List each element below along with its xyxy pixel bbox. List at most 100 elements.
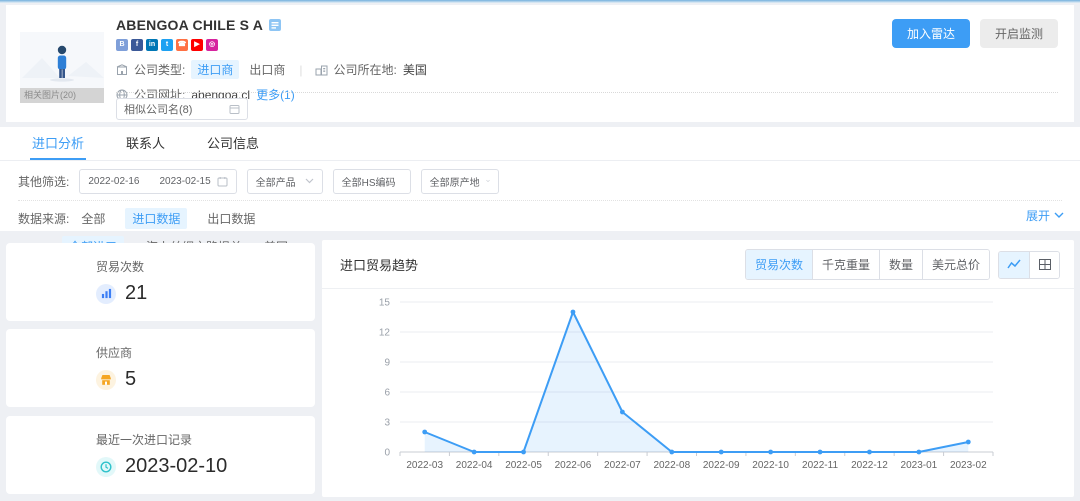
x-tick-label: 2022-04 — [456, 460, 493, 471]
date-range-picker[interactable]: 2022-02-16 2023-02-15 — [79, 169, 236, 194]
youtube-icon[interactable]: ▶ — [191, 39, 203, 51]
tab-contacts[interactable]: 联系人 — [124, 127, 167, 160]
x-tick-label: 2023-02 — [950, 460, 987, 471]
linkedin-icon[interactable]: in — [146, 39, 158, 51]
trend-chart: 036912152022-032022-042022-052022-062022… — [322, 286, 1074, 491]
chart-point[interactable] — [571, 310, 576, 315]
line-chart-icon — [1007, 259, 1021, 270]
x-tick-label: 2022-09 — [703, 460, 740, 471]
company-name: ABENGOA CHILE S A — [116, 17, 263, 33]
x-tick-label: 2022-08 — [653, 460, 690, 471]
metric-tabs: 贸易次数千克重量数量美元总价 — [745, 249, 990, 280]
data-source-all[interactable]: 全部 — [81, 210, 105, 227]
series-area — [425, 312, 969, 452]
chevron-down-icon — [486, 178, 490, 184]
y-tick-label: 15 — [379, 298, 391, 309]
chart-point[interactable] — [620, 410, 625, 415]
chart-point[interactable] — [669, 450, 674, 455]
chart-point[interactable] — [916, 450, 921, 455]
clock-icon — [96, 457, 116, 477]
x-tick-label: 2022-07 — [604, 460, 641, 471]
trend-chart-card: 进口贸易趋势 贸易次数千克重量数量美元总价 03691215 — [322, 240, 1074, 497]
company-main-info: ABENGOA CHILE S A Bfint☎▶◎ 公司类型: 进口商出口商 … — [116, 17, 427, 103]
blog-icon[interactable]: B — [116, 39, 128, 51]
date-start: 2022-02-16 — [88, 176, 139, 187]
stat-label-trade-count: 贸易次数 — [96, 258, 315, 275]
origin-filter-select[interactable]: 全部原产地 — [421, 169, 499, 194]
company-type-exporter[interactable]: 出口商 — [247, 60, 287, 79]
y-tick-label: 6 — [384, 388, 390, 399]
chevron-down-icon — [1054, 212, 1064, 219]
main-tabs: 进口分析 联系人 公司信息 — [0, 127, 1080, 161]
line-chart-toggle-button[interactable] — [999, 252, 1029, 278]
instagram-icon[interactable]: ◎ — [206, 39, 218, 51]
start-monitor-button[interactable]: 开启监测 — [980, 19, 1058, 48]
chart-point[interactable] — [818, 450, 823, 455]
facebook-icon[interactable]: f — [131, 39, 143, 51]
chart-point[interactable] — [521, 450, 526, 455]
chart-point[interactable] — [768, 450, 773, 455]
analysis-section: 进口分析 联系人 公司信息 其他筛选: 2022-02-16 2023-02-15 … — [0, 127, 1080, 231]
location-label: 公司所在地: — [334, 61, 397, 78]
shop-icon — [96, 370, 116, 390]
website-more-link[interactable]: 更多(1) — [256, 86, 295, 103]
company-type-label: 公司类型: — [134, 61, 185, 78]
phone-icon[interactable]: ☎ — [176, 39, 188, 51]
expand-label: 展开 — [1026, 207, 1050, 224]
header-dotted-divider — [116, 92, 1058, 93]
chart-point[interactable] — [422, 430, 427, 435]
page-top-accent-strip — [0, 0, 1080, 3]
expand-link[interactable]: 展开 — [1026, 207, 1064, 224]
data-source-import-data[interactable]: 进口数据 — [125, 208, 187, 229]
origin-filter-value: 全部原产地 — [430, 174, 480, 189]
meta-divider: | — [299, 63, 302, 77]
metric-tab-usd-total[interactable]: 美元总价 — [922, 250, 989, 279]
hs-code-filter-value: 全部HS编码 — [342, 174, 396, 189]
company-type-row: 公司类型: 进口商出口商 | 公司所在地: 美国 — [116, 60, 427, 79]
join-radar-button[interactable]: 加入雷达 — [892, 19, 970, 48]
company-badge-icon[interactable] — [269, 19, 281, 31]
similar-company-select[interactable]: 相似公司名(8) — [116, 98, 248, 120]
filter-dotted-divider — [18, 200, 1062, 201]
stat-label-latest-import-record: 最近一次进口记录 — [96, 431, 315, 448]
product-filter-select[interactable]: 全部产品 — [247, 169, 323, 194]
chart-point[interactable] — [719, 450, 724, 455]
metric-tab-kg-weight[interactable]: 千克重量 — [812, 250, 879, 279]
table-view-toggle-button[interactable] — [1029, 252, 1059, 278]
chart-title: 进口贸易趋势 — [340, 255, 418, 274]
y-tick-label: 9 — [384, 358, 390, 369]
metric-tab-quantity[interactable]: 数量 — [879, 250, 922, 279]
y-tick-label: 3 — [384, 418, 390, 429]
company-type-chips: 进口商出口商 — [191, 60, 287, 79]
twitter-icon[interactable]: t — [161, 39, 173, 51]
chart-point[interactable] — [867, 450, 872, 455]
company-image[interactable]: 相关图片(20) — [20, 32, 104, 103]
y-tick-label: 12 — [379, 328, 391, 339]
grid-icon — [1039, 259, 1051, 270]
tab-company-info[interactable]: 公司信息 — [205, 127, 261, 160]
stat-value-suppliers: 5 — [125, 368, 136, 391]
filter-row: 其他筛选: 2022-02-16 2023-02-15 全部产品 全部HS编码 — [0, 168, 1080, 194]
x-tick-label: 2022-05 — [505, 460, 542, 471]
stat-card-suppliers: 供应商 5 — [6, 329, 315, 407]
stat-card-latest-import-record: 最近一次进口记录2023-02-10 — [6, 416, 315, 494]
stat-label-suppliers: 供应商 — [96, 344, 315, 361]
tab-import-analysis[interactable]: 进口分析 — [30, 127, 86, 160]
x-tick-label: 2022-03 — [406, 460, 443, 471]
other-filter-label: 其他筛选: — [18, 173, 69, 190]
related-images-label[interactable]: 相关图片(20) — [20, 88, 104, 103]
x-tick-label: 2022-10 — [752, 460, 789, 471]
company-header-card: 相关图片(20) ABENGOA CHILE S A Bfint☎▶◎ 公司类型… — [6, 5, 1074, 122]
location-value: 美国 — [403, 61, 427, 78]
similar-company-placeholder: 相似公司名(8) — [124, 101, 192, 117]
metric-tab-trade-count[interactable]: 贸易次数 — [746, 250, 812, 279]
chart-point[interactable] — [472, 450, 477, 455]
company-type-importer[interactable]: 进口商 — [191, 60, 239, 79]
chart-point[interactable] — [966, 440, 971, 445]
x-tick-label: 2022-11 — [802, 460, 838, 471]
x-tick-label: 2023-01 — [901, 460, 938, 471]
series-line — [425, 312, 969, 452]
stat-value-trade-count: 21 — [125, 282, 147, 305]
hs-code-filter-select[interactable]: 全部HS编码 — [333, 169, 411, 194]
data-source-export-data[interactable]: 出口数据 — [207, 210, 255, 227]
